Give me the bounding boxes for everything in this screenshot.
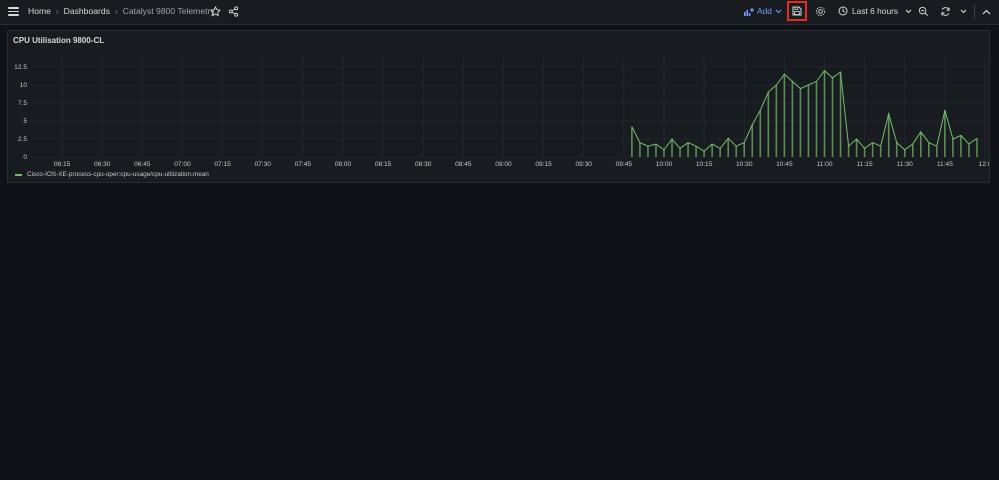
chevron-down-icon [905, 9, 912, 13]
breadcrumb-home[interactable]: Home [28, 6, 51, 16]
x-tick-label: 08:15 [375, 161, 392, 168]
star-icon[interactable] [210, 6, 221, 17]
x-tick-label: 09:30 [575, 161, 592, 168]
gear-icon[interactable] [815, 6, 826, 17]
add-panel-icon [744, 7, 754, 16]
x-tick-label: 10:15 [696, 161, 713, 168]
x-tick-label: 11:45 [937, 161, 953, 168]
y-tick-label: 0 [23, 154, 27, 161]
x-tick-label: 06:30 [94, 161, 111, 168]
legend-series-name[interactable]: Cisco-IOS-XE-process-cpu-oper:cpu-usage/… [27, 171, 209, 178]
zoom-out-icon[interactable] [918, 6, 929, 17]
x-tick-label: 12:0 [979, 161, 989, 168]
x-tick-label: 06:15 [54, 161, 71, 168]
x-tick-label: 10:00 [656, 161, 673, 168]
y-tick-label: 2.5 [18, 136, 27, 143]
y-tick-label: 12.5 [14, 64, 27, 71]
x-tick-label: 11:15 [857, 161, 873, 168]
y-tick-label: 5 [23, 118, 27, 125]
chevron-up-icon[interactable] [981, 6, 992, 17]
breadcrumb-dashboards[interactable]: Dashboards [64, 6, 110, 16]
x-tick-label: 08:00 [335, 161, 352, 168]
add-button-label: Add [757, 6, 772, 16]
x-tick-label: 11:30 [897, 161, 913, 168]
chevron-right-icon: › [114, 6, 118, 16]
x-tick-label: 09:45 [616, 161, 633, 168]
chart-legend: Cisco-IOS-XE-process-cpu-oper:cpu-usage/… [15, 171, 209, 178]
x-tick-label: 10:45 [776, 161, 793, 168]
time-range-label: Last 6 hours [852, 6, 899, 16]
chevron-down-icon [775, 9, 782, 13]
x-tick-label: 06:45 [134, 161, 151, 168]
x-tick-label: 07:30 [254, 161, 271, 168]
share-icon[interactable] [228, 6, 239, 17]
chevron-down-icon[interactable] [959, 7, 968, 16]
time-range-picker[interactable]: Last 6 hours [838, 6, 912, 16]
x-tick-label: 07:00 [174, 161, 191, 168]
y-tick-label: 10 [20, 82, 28, 89]
x-tick-label: 08:30 [415, 161, 432, 168]
cpu-utilisation-panel: CPU Utilisation 9800-CL 0 2.5 5 7.5 10 12.5 06… [7, 30, 990, 183]
save-dashboard-button[interactable] [787, 1, 807, 21]
breadcrumb-dashboard-title: Catalyst 9800 Telemetry [122, 6, 215, 16]
x-tick-label: 07:15 [214, 161, 231, 168]
x-tick-label: 11:00 [816, 161, 832, 168]
y-tick-label: 7.5 [18, 100, 27, 107]
menu-icon[interactable] [8, 7, 19, 16]
legend-color-swatch [15, 173, 22, 176]
x-tick-label: 08:45 [455, 161, 472, 168]
refresh-icon[interactable] [940, 6, 951, 17]
x-tick-label: 10:30 [736, 161, 753, 168]
add-button[interactable]: Add [744, 6, 782, 16]
x-tick-label: 07:45 [295, 161, 312, 168]
top-navigation-bar: Home › Dashboards › Catalyst 9800 Teleme… [0, 0, 999, 25]
x-tick-label: 09:15 [535, 161, 552, 168]
breadcrumb: Home › Dashboards › Catalyst 9800 Teleme… [28, 6, 215, 16]
save-icon [792, 6, 802, 16]
clock-icon [838, 6, 848, 16]
toolbar-divider [974, 4, 975, 19]
cpu-utilisation-chart[interactable]: 0 2.5 5 7.5 10 12.5 06:15 06:30 06:45 07:00 07:15 0… [8, 31, 989, 171]
chevron-right-icon: › [55, 6, 59, 16]
x-tick-label: 09:00 [495, 161, 512, 168]
